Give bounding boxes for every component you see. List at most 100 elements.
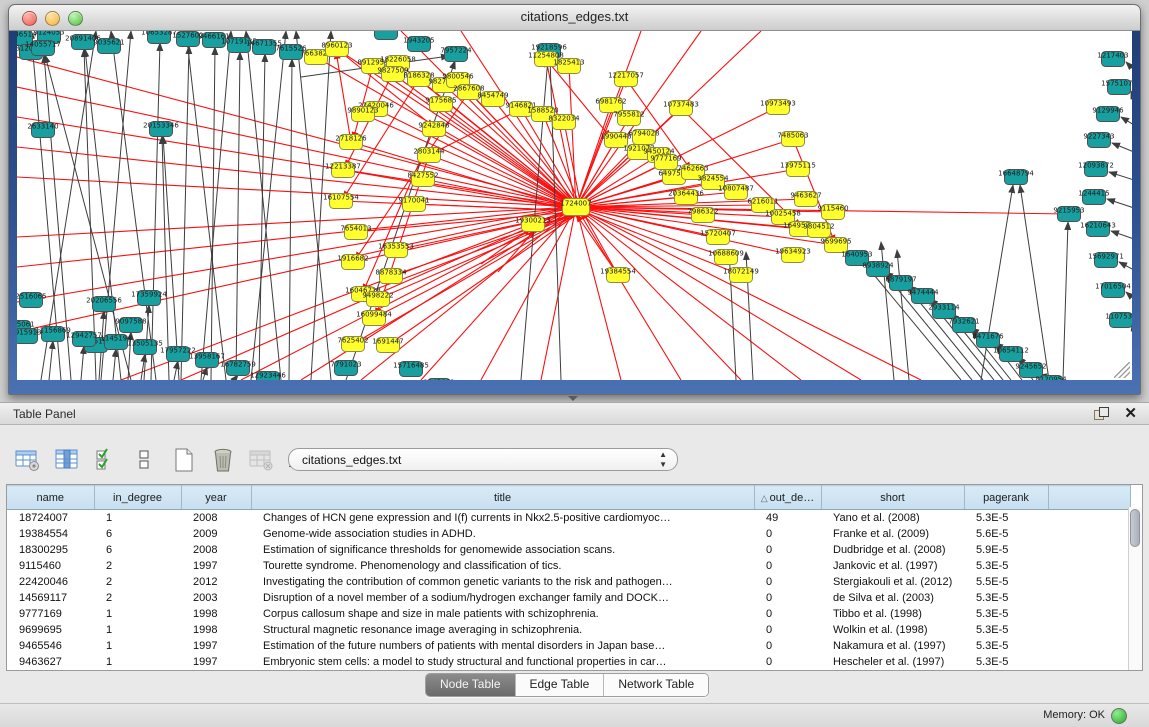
cell-name[interactable]: 19384554 [7,526,94,542]
cell-out_degree[interactable]: 0 [754,654,821,670]
cell-pagerank[interactable]: 5.5E-5 [964,574,1048,590]
new-table-icon[interactable] [170,447,197,474]
table-row[interactable]: 946362711997Embryonic stem cells: a mode… [7,654,1131,670]
memory-status-icon[interactable] [1111,708,1127,724]
float-panel-icon[interactable] [1094,407,1109,422]
cell-year[interactable]: 2008 [181,510,251,527]
cell-short[interactable]: Tibbo et al. (1998) [821,606,964,622]
column-header-out_degree[interactable]: △out_de… [754,486,821,510]
cell-short[interactable]: Dudbridge et al. (2008) [821,542,964,558]
cell-pagerank[interactable]: 5.9E-5 [964,542,1048,558]
cell-pagerank[interactable]: 5.3E-5 [964,622,1048,638]
close-panel-icon[interactable]: ✕ [1124,405,1137,423]
import-table-icon[interactable] [248,447,275,474]
cell-year[interactable]: 2012 [181,574,251,590]
citation-network-graph[interactable]: 1846514912405381204571405571720891406903… [17,31,1132,380]
table-settings-icon[interactable] [14,447,41,474]
cell-pagerank[interactable]: 5.3E-5 [964,558,1048,574]
cell-out_degree[interactable]: 0 [754,558,821,574]
delete-table-icon[interactable] [209,447,236,474]
column-header-name[interactable]: name [7,486,94,510]
cell-in_degree[interactable]: 1 [94,638,181,654]
cell-pagerank[interactable]: 5.6E-5 [964,526,1048,542]
cell-year[interactable]: 1998 [181,622,251,638]
cell-out_degree[interactable]: 0 [754,622,821,638]
cell-title[interactable]: Estimation of significance thresholds fo… [251,542,754,558]
cell-title[interactable]: Tourette syndrome. Phenomenology and cla… [251,558,754,574]
cell-year[interactable]: 2009 [181,526,251,542]
tab-node-table[interactable]: Node Table [426,674,516,696]
cell-in_degree[interactable]: 6 [94,526,181,542]
cell-pagerank[interactable]: 5.3E-5 [964,510,1048,527]
cell-title[interactable]: Genome-wide association studies in ADHD. [251,526,754,542]
splitter-handle-icon[interactable] [568,396,578,401]
table-row[interactable]: 969969511998Structural magnetic resonanc… [7,622,1131,638]
cell-in_degree[interactable]: 6 [94,542,181,558]
cell-title[interactable]: Embryonic stem cells: a model to study s… [251,654,754,670]
tab-network-table[interactable]: Network Table [604,674,708,696]
cell-year[interactable]: 1998 [181,606,251,622]
table-row[interactable]: 1456911722003Disruption of a novel membe… [7,590,1131,606]
cell-name[interactable]: 9699695 [7,622,94,638]
column-header-year[interactable]: year [181,486,251,510]
network-canvas[interactable]: 1846514912405381204571405571720891406903… [17,31,1132,380]
cell-in_degree[interactable]: 1 [94,606,181,622]
cell-short[interactable]: Hescheler et al. (1997) [821,654,964,670]
cell-out_degree[interactable]: 0 [754,526,821,542]
cell-pagerank[interactable]: 5.3E-5 [964,590,1048,606]
cell-title[interactable]: Structural magnetic resonance image aver… [251,622,754,638]
row-mode-icon[interactable] [131,447,158,474]
vertical-scrollbar[interactable] [1128,507,1142,670]
scrollbar-thumb[interactable] [1130,509,1140,547]
cell-out_degree[interactable]: 49 [754,510,821,527]
cell-name[interactable]: 9465546 [7,638,94,654]
table-row[interactable]: 977716911998Corpus callosum shape and si… [7,606,1131,622]
cell-short[interactable]: Wolkin et al. (1998) [821,622,964,638]
column-header-pagerank[interactable]: pagerank [964,486,1048,510]
cell-name[interactable]: 22420046 [7,574,94,590]
cell-title[interactable]: Changes of HCN gene expression and I(f) … [251,510,754,527]
cell-out_degree[interactable]: 0 [754,590,821,606]
tab-edge-table[interactable]: Edge Table [516,674,605,696]
cell-in_degree[interactable]: 1 [94,510,181,527]
table-row[interactable]: 911546021997Tourette syndrome. Phenomeno… [7,558,1131,574]
table-row[interactable]: 1830029562008Estimation of significance … [7,542,1131,558]
cell-in_degree[interactable]: 2 [94,574,181,590]
cell-name[interactable]: 9115460 [7,558,94,574]
column-header-title[interactable]: title [251,486,754,510]
cell-year[interactable]: 1997 [181,558,251,574]
cell-year[interactable]: 2003 [181,590,251,606]
cell-name[interactable]: 18724007 [7,510,94,527]
column-header-short[interactable]: short [821,486,964,510]
cell-out_degree[interactable]: 0 [754,542,821,558]
resize-grip-icon[interactable] [1114,362,1130,378]
table-row[interactable]: 946554611997Estimation of the future num… [7,638,1131,654]
cell-in_degree[interactable]: 2 [94,590,181,606]
cell-name[interactable]: 9777169 [7,606,94,622]
cell-short[interactable]: Yano et al. (2008) [821,510,964,527]
cell-title[interactable]: Investigating the contribution of common… [251,574,754,590]
cell-title[interactable]: Estimation of the future numbers of pati… [251,638,754,654]
cell-out_degree[interactable]: 0 [754,574,821,590]
cell-out_degree[interactable]: 0 [754,638,821,654]
cell-in_degree[interactable]: 1 [94,622,181,638]
cell-name[interactable]: 18300295 [7,542,94,558]
cell-short[interactable]: Franke et al. (2009) [821,526,964,542]
window-titlebar[interactable]: citations_edges.txt [9,5,1140,31]
table-selector-dropdown[interactable]: citations_edges.txt ▲▼ [288,448,678,471]
cell-in_degree[interactable]: 1 [94,654,181,670]
cell-name[interactable]: 9463627 [7,654,94,670]
table-row[interactable]: 2242004622012Investigating the contribut… [7,574,1131,590]
cell-year[interactable]: 1997 [181,638,251,654]
table-row[interactable]: 1938455462009Genome-wide association stu… [7,526,1131,542]
cell-title[interactable]: Disruption of a novel member of a sodium… [251,590,754,606]
cell-title[interactable]: Corpus callosum shape and size in male p… [251,606,754,622]
select-columns-icon[interactable] [92,447,119,474]
cell-short[interactable]: Jankovic et al. (1997) [821,558,964,574]
cell-name[interactable]: 14569117 [7,590,94,606]
cell-in_degree[interactable]: 2 [94,558,181,574]
cell-pagerank[interactable]: 5.3E-5 [964,638,1048,654]
cell-short[interactable]: Nakamura et al. (1997) [821,638,964,654]
cell-pagerank[interactable]: 5.3E-5 [964,654,1048,670]
cell-pagerank[interactable]: 5.3E-5 [964,606,1048,622]
